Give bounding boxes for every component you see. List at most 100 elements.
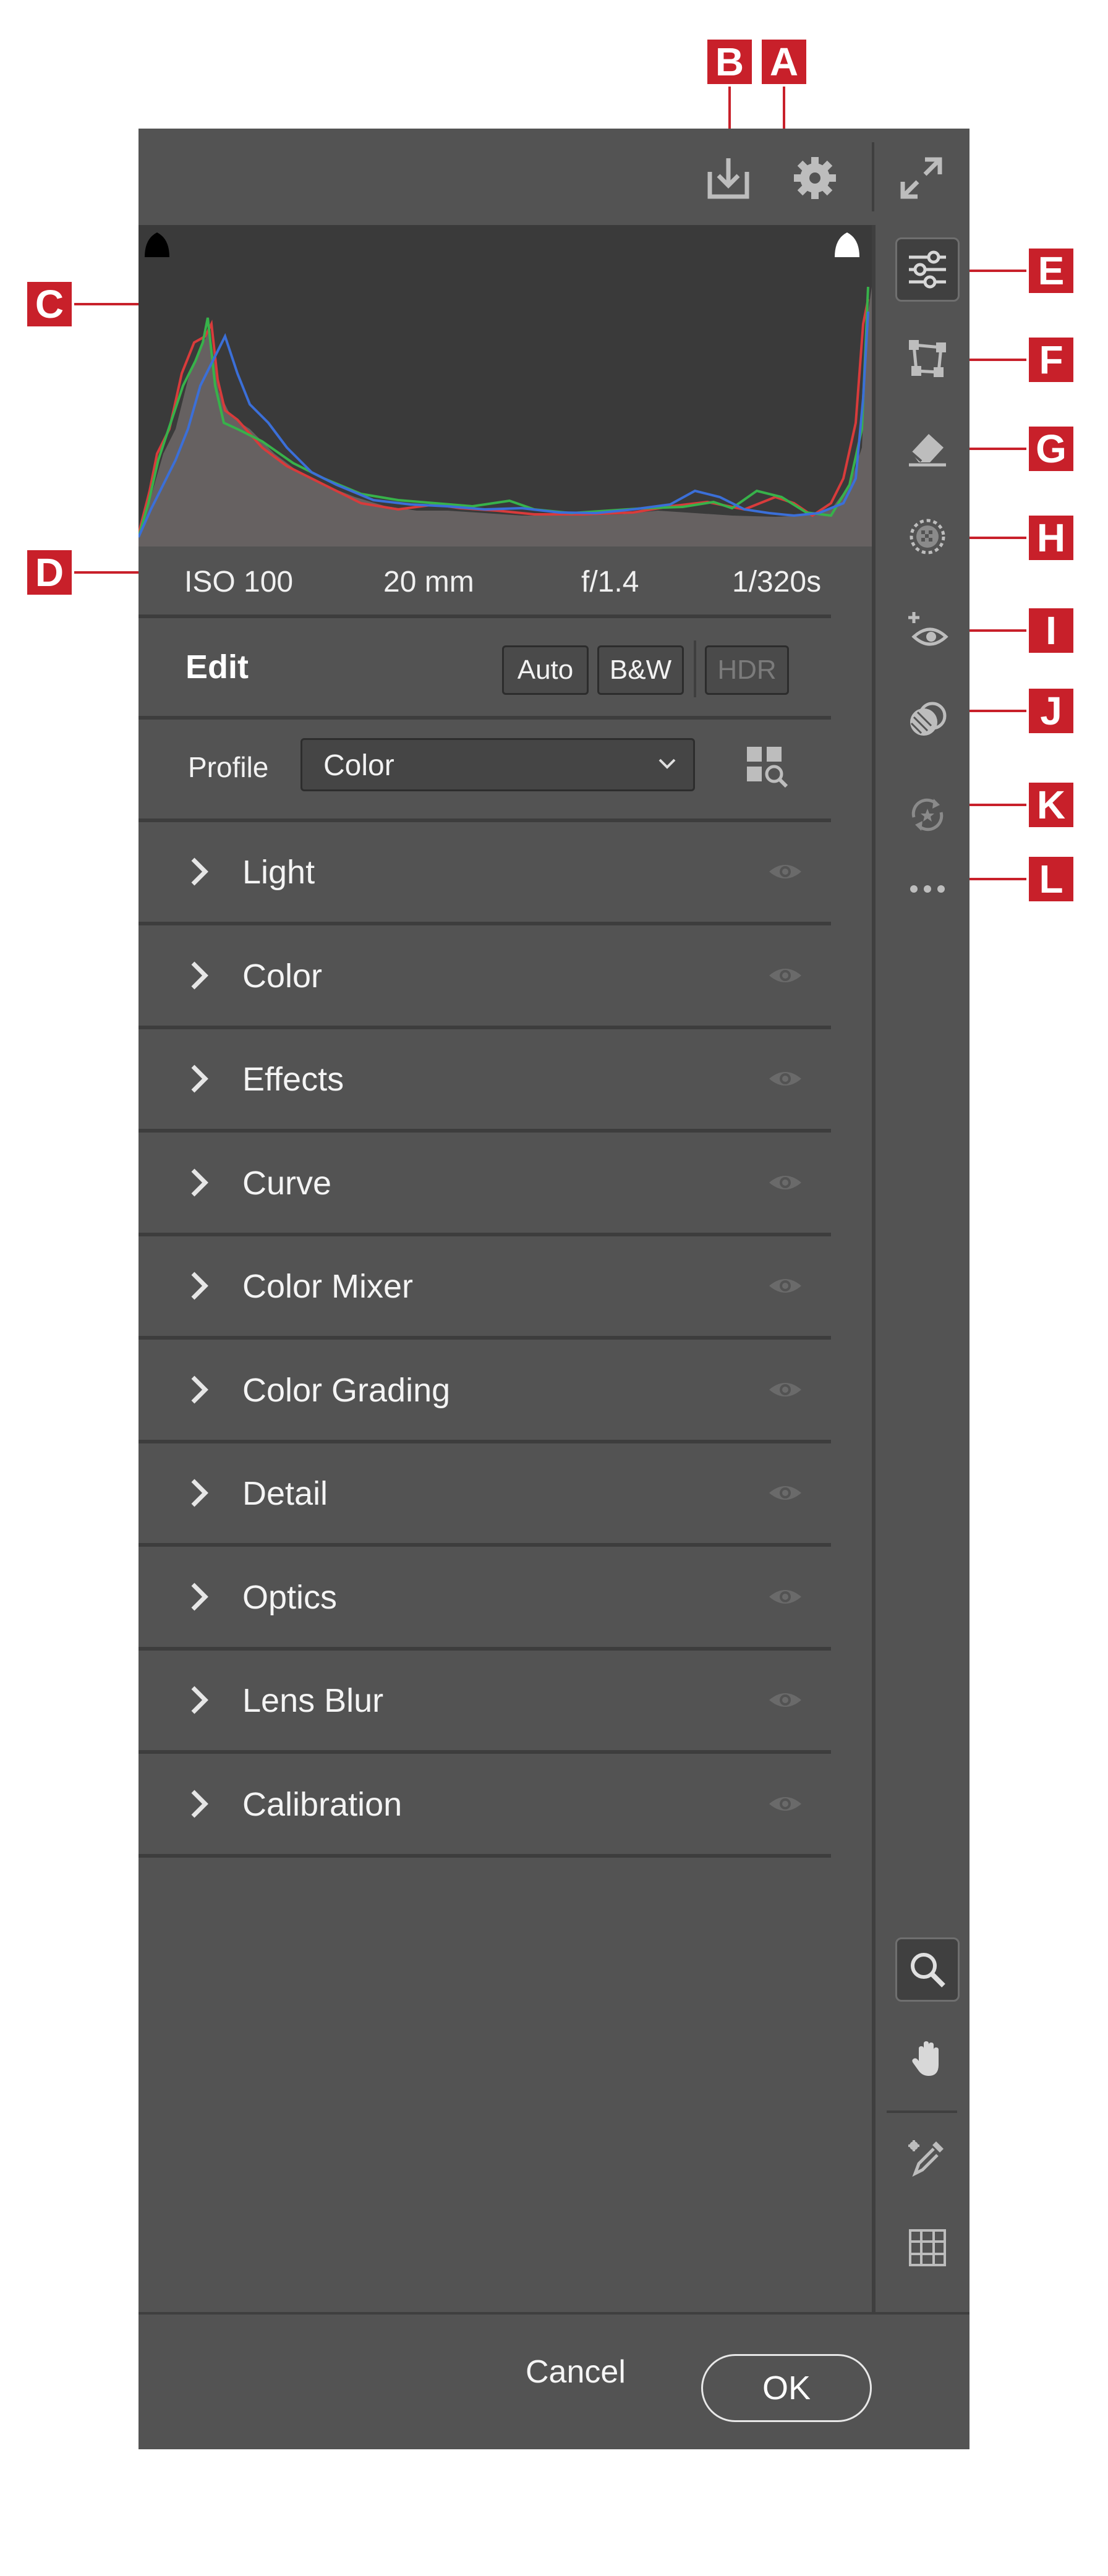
divider [138,1232,831,1236]
callout-g: G [1026,424,1076,474]
bottom-tools-separator [887,2111,957,2113]
chevron-right-icon [191,961,208,989]
section-effects[interactable]: Effects [138,1029,831,1129]
callout-b: B [705,37,754,87]
histogram[interactable] [138,225,872,546]
section-label: Effects [242,1061,344,1098]
divider [138,922,831,925]
presets-icon[interactable] [895,687,960,752]
shutter-value: 1/320s [732,566,822,598]
chevron-right-icon [191,1168,208,1196]
sliders-edit-icon[interactable] [895,237,960,302]
camera-raw-panel: ISO 100 20 mm f/1.4 1/320s Edit Auto B&W… [138,129,970,2449]
auto-button[interactable]: Auto [502,645,589,695]
divider [138,1543,831,1547]
visibility-eye-icon[interactable] [767,1272,804,1299]
visibility-eye-icon[interactable] [767,1169,804,1196]
expand-icon[interactable] [892,148,951,208]
chevron-right-icon [191,1479,208,1507]
bw-button[interactable]: B&W [597,645,684,695]
visibility-eye-icon[interactable] [767,1686,804,1714]
chevron-right-icon [191,857,208,886]
more-options-icon[interactable] [895,857,960,921]
callout-l: L [1026,854,1076,904]
color-sampler-icon[interactable] [895,2127,960,2191]
callout-k: K [1026,780,1076,830]
divider [138,1129,831,1133]
callout-a: A [759,37,809,87]
divider [138,1750,831,1754]
callout-j: J [1026,686,1076,736]
divider [138,1646,831,1651]
crop-transform-icon[interactable] [895,326,960,391]
zoom-icon[interactable] [895,1937,960,2002]
divider [138,1853,831,1858]
exif-info-bar: ISO 100 20 mm f/1.4 1/320s [138,546,872,614]
edit-header: Edit Auto B&W HDR [138,618,831,716]
callout-i: I [1026,606,1076,655]
profile-value: Color [323,749,394,782]
chevron-right-icon [191,1583,208,1610]
visibility-eye-icon[interactable] [767,858,804,885]
section-color-mixer[interactable]: Color Mixer [138,1236,831,1337]
hand-icon[interactable] [895,2026,960,2091]
section-label: Color Mixer [242,1268,414,1305]
section-label: Lens Blur [242,1682,384,1719]
callout-c: C [25,279,74,329]
chevron-down-icon [658,759,676,769]
visibility-eye-icon[interactable] [767,1065,804,1092]
shadow-clipping-icon[interactable] [138,225,176,262]
section-label: Calibration [242,1785,403,1823]
gear-icon[interactable] [785,148,845,208]
visibility-eye-icon[interactable] [767,1479,804,1507]
profile-row: Profile Color [138,720,831,818]
chevron-right-icon [191,1272,208,1300]
visibility-eye-icon[interactable] [767,962,804,989]
divider [138,1439,831,1443]
edit-title: Edit [185,648,249,686]
hdr-button[interactable]: HDR [705,645,789,695]
tool-strip-separator [872,225,876,2312]
section-label: Light [242,854,315,891]
section-detail[interactable]: Detail [138,1443,831,1544]
iso-value: ISO 100 [184,566,294,598]
section-label: Detail [242,1475,328,1512]
ok-button[interactable]: OK [701,2354,872,2422]
dialog-footer: Cancel OK [138,2312,970,2449]
top-toolbar [138,129,970,225]
aperture-value: f/1.4 [581,566,639,598]
section-curve[interactable]: Curve [138,1133,831,1233]
toolbar-separator [872,142,874,211]
masking-icon[interactable] [895,504,960,569]
section-label: Color Grading [242,1371,451,1409]
section-lens-blur[interactable]: Lens Blur [138,1651,831,1751]
grid-overlay-icon[interactable] [895,2216,960,2280]
profile-dropdown[interactable]: Color [300,738,695,791]
eraser-remove-icon[interactable] [895,415,960,480]
chevron-right-icon [191,1686,208,1714]
red-eye-icon[interactable] [895,600,960,664]
divider [138,1336,831,1340]
section-color[interactable]: Color [138,926,831,1026]
focal-length-value: 20 mm [383,566,474,598]
chevron-right-icon [191,1790,208,1817]
visibility-eye-icon[interactable] [767,1790,804,1817]
section-color-grading[interactable]: Color Grading [138,1340,831,1440]
visibility-eye-icon[interactable] [767,1376,804,1403]
visibility-eye-icon[interactable] [767,1583,804,1610]
callout-d-leader [74,571,143,574]
save-download-icon[interactable] [699,148,758,208]
chevron-right-icon [191,1065,208,1093]
cancel-button[interactable]: Cancel [522,2353,629,2391]
profile-browser-icon[interactable] [744,744,789,789]
highlight-clipping-icon[interactable] [829,225,866,262]
section-label: Optics [242,1578,338,1616]
section-label: Curve [242,1164,332,1202]
chevron-right-icon [191,1375,208,1403]
divider [138,1025,831,1029]
section-optics[interactable]: Optics [138,1547,831,1647]
callout-f: F [1026,335,1076,385]
section-calibration[interactable]: Calibration [138,1754,831,1855]
section-light[interactable]: Light [138,822,831,922]
snapshots-icon[interactable] [895,783,960,847]
